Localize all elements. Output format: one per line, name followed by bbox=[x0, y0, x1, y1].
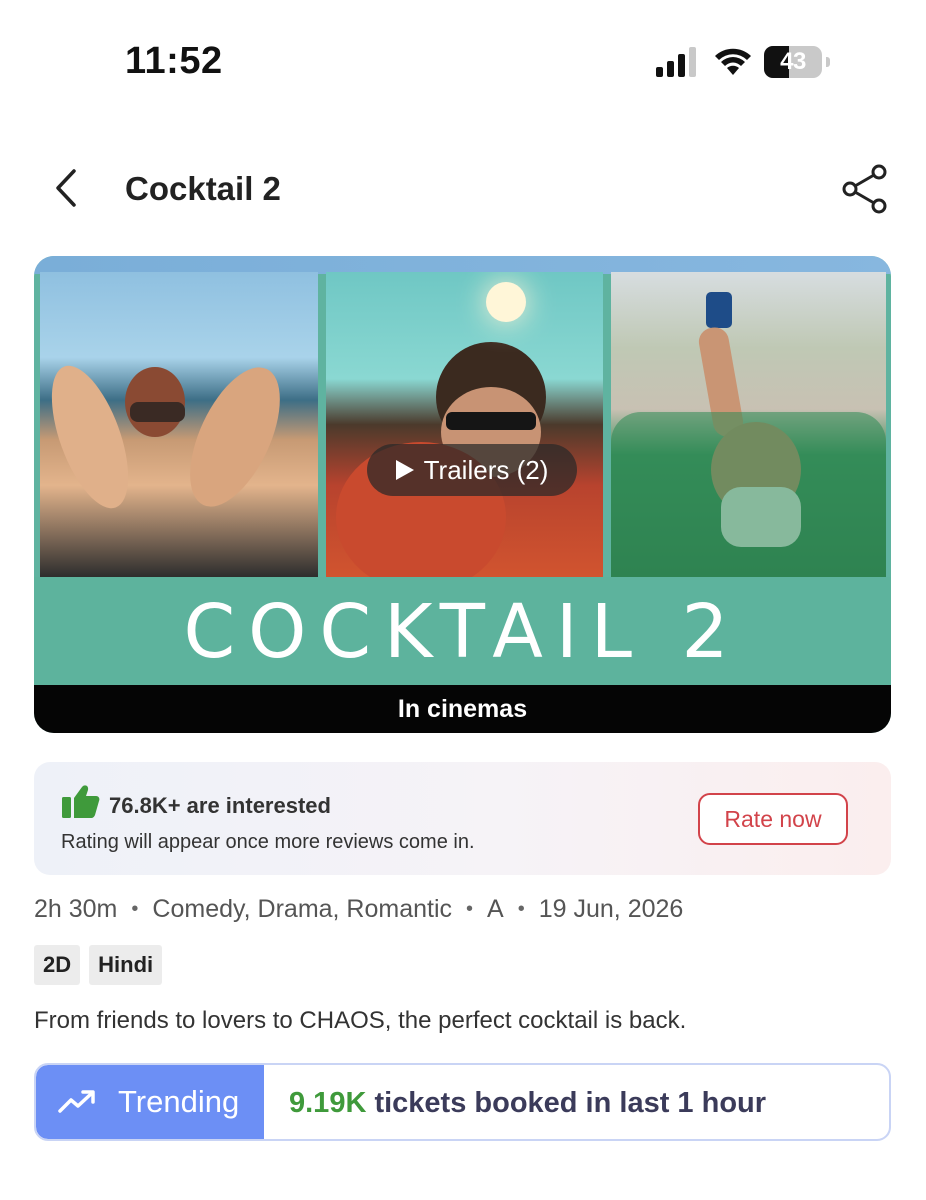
separator-dot: • bbox=[517, 898, 525, 920]
trending-up-icon bbox=[58, 1090, 95, 1113]
trending-banner[interactable]: Trending 9.19K tickets booked in last 1 … bbox=[34, 1063, 891, 1141]
rating-note: Rating will appear once more reviews com… bbox=[61, 831, 475, 853]
movie-meta: 2h 30m • Comedy, Drama, Romantic • A • 1… bbox=[34, 895, 683, 924]
separator-dot: • bbox=[131, 898, 139, 920]
trailers-button[interactable]: Trailers (2) bbox=[367, 444, 577, 496]
share-button[interactable] bbox=[838, 162, 892, 216]
poster-panel-left bbox=[40, 272, 318, 577]
status-time: 11:52 bbox=[125, 40, 223, 82]
share-icon bbox=[842, 164, 887, 214]
tickets-booked-text: 9.19K tickets booked in last 1 hour bbox=[289, 1087, 766, 1120]
rate-now-button[interactable]: Rate now bbox=[698, 793, 848, 845]
certificate: A bbox=[487, 895, 504, 923]
battery-level: 43 bbox=[780, 48, 806, 75]
interest-count: 76.8K+ are interested bbox=[109, 793, 331, 818]
genres: Comedy, Drama, Romantic bbox=[152, 895, 453, 923]
tag-language: Hindi bbox=[89, 945, 163, 985]
wifi-icon bbox=[715, 48, 751, 75]
poster-panel-right bbox=[611, 272, 886, 577]
page-title: Cocktail 2 bbox=[125, 170, 281, 207]
tickets-count: 9.19K bbox=[289, 1087, 367, 1119]
play-icon bbox=[395, 460, 414, 480]
back-button[interactable] bbox=[44, 164, 88, 212]
release-date: 19 Jun, 2026 bbox=[538, 895, 684, 923]
status-icons: 43 bbox=[656, 46, 830, 78]
in-cinemas-strip: In cinemas bbox=[34, 685, 891, 733]
interest-card: 76.8K+ are interested Rating will appear… bbox=[34, 762, 891, 875]
format-tags: 2D Hindi bbox=[34, 945, 163, 985]
battery-icon: 43 bbox=[764, 46, 830, 78]
chevron-left-icon bbox=[56, 169, 76, 207]
tickets-booked-label: tickets booked in last 1 hour bbox=[366, 1087, 767, 1119]
movie-tagline: From friends to lovers to CHAOS, the per… bbox=[34, 1007, 687, 1034]
poster-logo-text: COCKTAIL 2 bbox=[183, 589, 742, 675]
trending-label: Trending bbox=[118, 1084, 240, 1119]
status-bar: 11:52 43 bbox=[0, 0, 926, 120]
separator-dot: • bbox=[466, 898, 474, 920]
signal-icon bbox=[656, 47, 696, 77]
thumbs-up-icon bbox=[62, 785, 100, 818]
poster-title-band: COCKTAIL 2 bbox=[34, 577, 891, 687]
trailers-label: Trailers (2) bbox=[423, 454, 549, 485]
trending-badge: Trending bbox=[36, 1065, 264, 1139]
poster-panel-center bbox=[326, 272, 603, 577]
top-header: Cocktail 2 bbox=[0, 150, 926, 226]
duration: 2h 30m bbox=[34, 895, 118, 923]
tag-format: 2D bbox=[34, 945, 81, 985]
movie-banner[interactable]: Trailers (2) COCKTAIL 2 In cinemas bbox=[34, 256, 891, 733]
